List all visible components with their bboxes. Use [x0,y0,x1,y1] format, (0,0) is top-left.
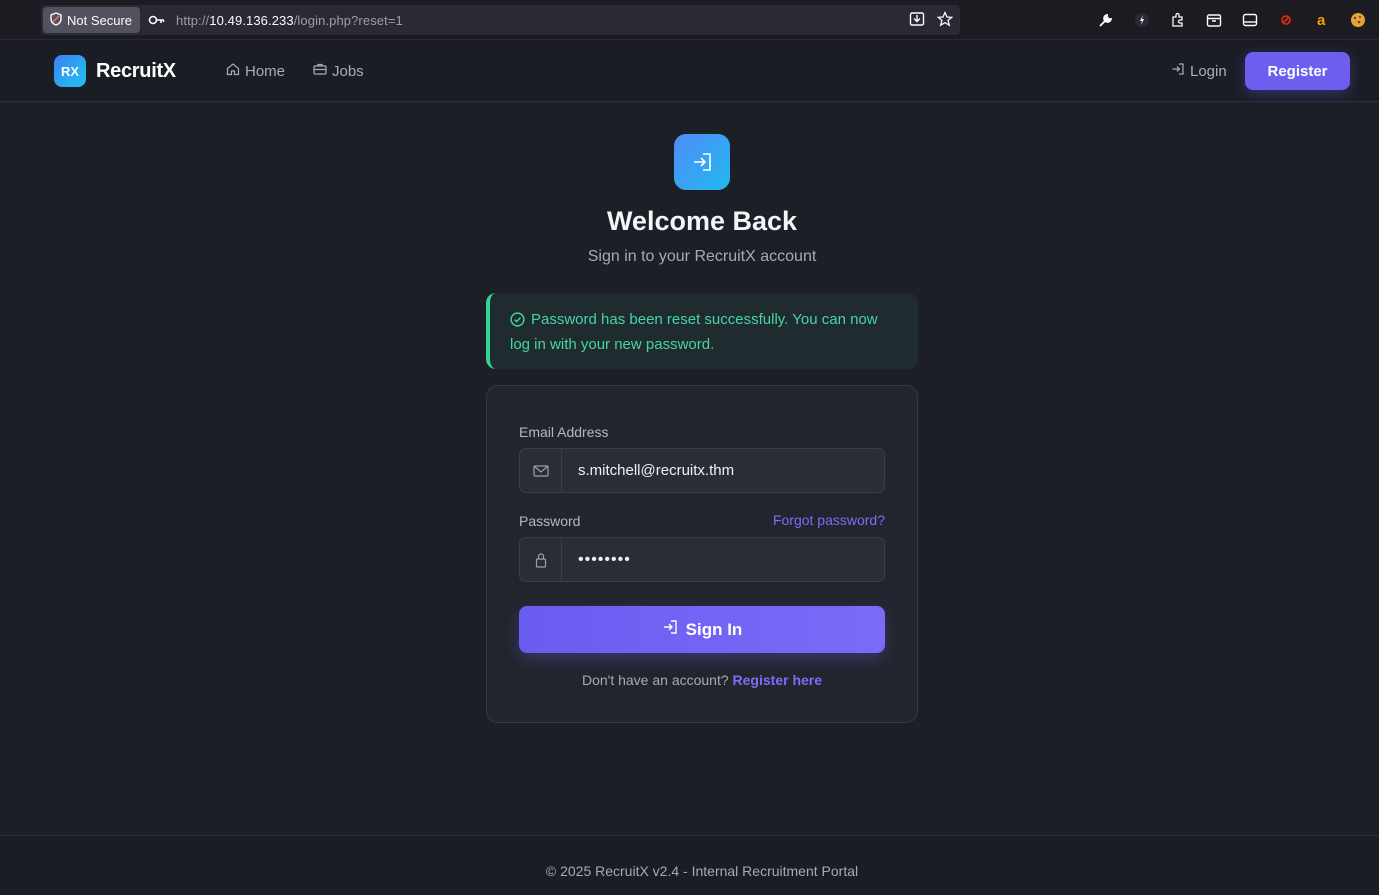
security-label: Not Secure [67,12,133,28]
shield-warning-icon [49,11,63,29]
lock-icon [520,538,562,581]
nav-home-label: Home [245,62,286,80]
password-label: Password [519,513,581,529]
page-subtitle: Sign in to your RecruitX account [587,248,817,265]
svg-text:a: a [1317,12,1326,28]
sign-in-icon [662,619,678,640]
home-icon [226,62,240,80]
password-field[interactable]: •••••••• [519,537,885,582]
nav-jobs-label: Jobs [332,62,364,80]
security-indicator[interactable]: Not Secure [43,7,141,33]
register-here-link[interactable]: Register here [733,672,822,688]
register-prompt: Don't have an account? Register here [487,672,917,688]
no-account-text: Don't have an account? [581,672,729,688]
logo-mark: RX [54,55,86,87]
envelope-icon [520,449,562,492]
url-scheme: http:// [176,12,210,28]
footer-text: © 2025 RecruitX v2.4 - Internal Recruitm… [545,863,859,879]
sign-in-badge-icon [674,134,730,190]
blocker-shield-icon[interactable] [1277,11,1295,29]
success-alert: Password has been reset successfully. Yo… [486,293,918,369]
wrench-icon[interactable] [1097,11,1115,29]
url-host: 10.49.136.233 [209,12,294,28]
forgot-password-link[interactable]: Forgot password? [773,512,885,528]
alert-message: Password has been reset successfully. Yo… [510,311,878,353]
brand-name: RecruitX [96,59,176,82]
register-button[interactable]: Register [1245,52,1350,90]
check-circle-icon [510,312,525,334]
amazon-icon[interactable]: a [1313,11,1331,29]
extension-flame-icon[interactable] [1133,11,1151,29]
browser-toolbar: Not Secure http://10.49.136.233/login.ph… [0,0,1379,40]
download-icon[interactable] [908,10,926,28]
archive-icon[interactable] [1205,11,1223,29]
sign-in-label: Sign In [685,619,743,639]
brand-logo[interactable]: RX RecruitX [54,55,176,87]
nav-login-label: Login [1190,62,1227,80]
email-field[interactable]: s.mitchell@recruitx.thm [519,448,885,493]
address-bar[interactable]: Not Secure http://10.49.136.233/login.ph… [41,5,960,35]
sidebar-icon[interactable] [1241,11,1259,29]
page-title: Welcome Back [606,206,798,236]
email-value: s.mitchell@recruitx.thm [578,462,735,479]
nav-home-link[interactable]: Home [226,62,285,80]
url-path: /login.php?reset=1 [293,12,403,28]
login-card: Email Address s.mitchell@recruitx.thm Pa… [486,385,918,723]
sign-in-button[interactable]: Sign In [519,606,885,653]
email-label: Email Address [519,424,609,440]
puzzle-extensions-icon[interactable] [1169,11,1187,29]
cookie-icon[interactable] [1349,11,1367,29]
site-footer: © 2025 RecruitX v2.4 - Internal Recruitm… [0,835,1379,895]
url-text[interactable]: http://10.49.136.233/login.php?reset=1 [176,13,403,28]
site-navbar: RX RecruitX Home Jobs Login Register [0,40,1379,102]
password-value: •••••••• [578,550,631,568]
bookmark-star-icon[interactable] [936,10,954,28]
login-arrow-icon [1171,62,1185,80]
key-icon[interactable] [148,11,166,29]
briefcase-icon [313,62,327,80]
nav-login-link[interactable]: Login [1171,62,1227,80]
nav-jobs-link[interactable]: Jobs [313,62,364,80]
